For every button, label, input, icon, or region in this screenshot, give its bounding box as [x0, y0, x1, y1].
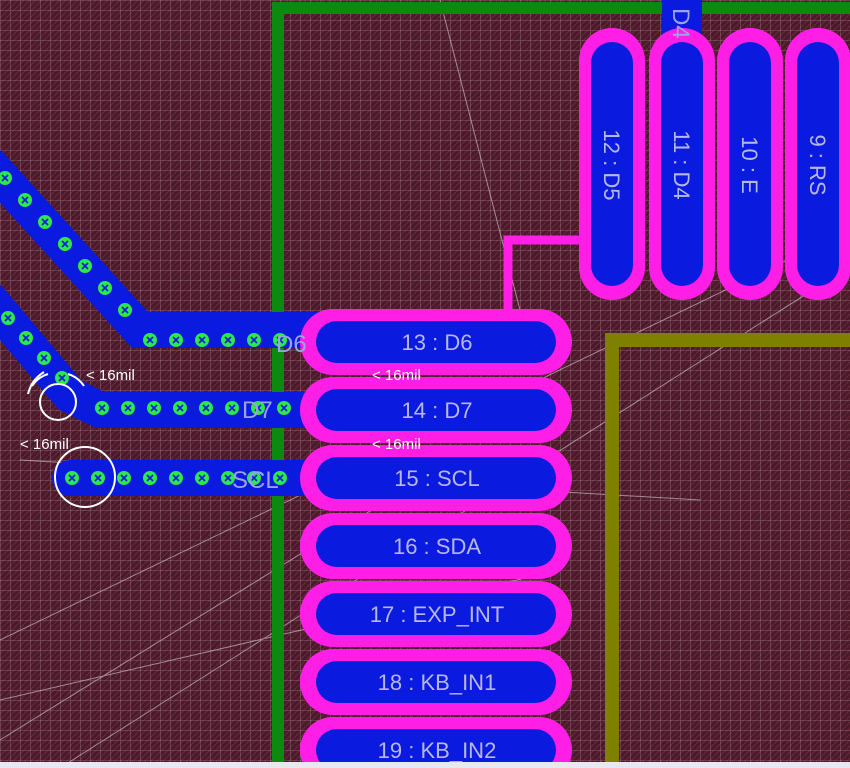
pad-label: 16 : SDA	[393, 534, 481, 559]
pcb-drawing[interactable]: 13 : D6 14 : D7 15 : SCL 16 : SDA 17 : EXP_I…	[0, 0, 850, 768]
pad-label: 17 : EXP_INT	[370, 602, 505, 627]
pad-14[interactable]: 14 : D7	[300, 377, 572, 443]
horizontal-pads[interactable]: 13 : D6 14 : D7 15 : SCL 16 : SDA 17 : EXP_I…	[300, 309, 572, 768]
drc-label-2: < 16mil	[372, 367, 421, 384]
pad-label: 14 : D7	[402, 398, 473, 423]
pad-10[interactable]: 10 : E	[717, 28, 783, 300]
pad-19[interactable]: 19 : KB_IN2	[300, 717, 572, 768]
status-strip	[0, 762, 850, 768]
pad-18[interactable]: 18 : KB_IN1	[300, 649, 572, 715]
pad-label: 12 : D5	[599, 130, 624, 201]
net-label-scl: SCL	[232, 467, 279, 494]
pad-label: 15 : SCL	[394, 466, 480, 491]
pad-label: 13 : D6	[402, 330, 473, 355]
pad-label: 18 : KB_IN1	[378, 670, 497, 695]
drc-label-4: < 16mil	[372, 436, 421, 453]
pcb-canvas[interactable]: 13 : D6 14 : D7 15 : SCL 16 : SDA 17 : EXP_I…	[0, 0, 850, 768]
pad-16[interactable]: 16 : SDA	[300, 513, 572, 579]
pad-9[interactable]: 9 : RS	[785, 28, 850, 300]
net-label-d6: D6	[276, 331, 307, 358]
pad-label: 10 : E	[737, 136, 762, 193]
pad-15[interactable]: 15 : SCL	[300, 445, 572, 511]
drc-label-1: < 16mil	[86, 367, 135, 384]
vertical-pads[interactable]: 12 : D5 11 : D4 10 : E 9 : RS	[579, 28, 850, 300]
pad-13[interactable]: 13 : D6	[300, 309, 572, 375]
net-label-d4: D4	[667, 8, 694, 39]
net-label-d7: D7	[242, 397, 273, 424]
drc-label-3: < 16mil	[20, 436, 69, 453]
pad-12[interactable]: 12 : D5	[579, 28, 645, 300]
pad-17[interactable]: 17 : EXP_INT	[300, 581, 572, 647]
pad-label: 19 : KB_IN2	[378, 738, 497, 763]
pad-label: 11 : D4	[669, 130, 694, 199]
pad-label: 9 : RS	[805, 134, 830, 195]
pad-11[interactable]: 11 : D4	[649, 28, 715, 300]
